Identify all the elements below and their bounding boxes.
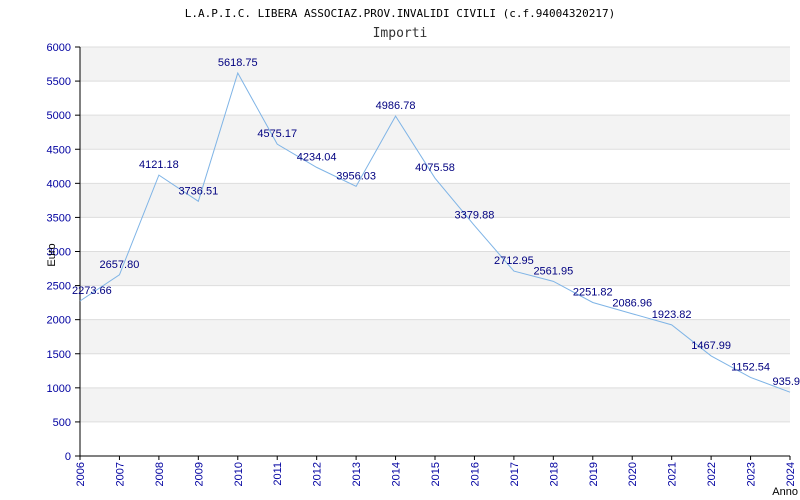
grid-bands	[80, 47, 790, 422]
grid-band	[80, 251, 790, 286]
x-tick-label: 2006	[75, 462, 87, 486]
x-tick-label: 2018	[548, 462, 560, 486]
data-label: 2561.95	[533, 265, 573, 277]
x-tick-label: 2019	[588, 462, 600, 486]
y-tick-label: 1500	[47, 349, 71, 361]
data-label: 2273.66	[72, 285, 112, 297]
x-tick-label: 2011	[272, 462, 284, 486]
data-label: 3956.03	[336, 170, 376, 182]
x-tick-label: 2017	[509, 462, 521, 486]
x-tick-labels: 2006 2007 2008 2009 2010 2011 2012 2013 2014 2015…	[75, 462, 797, 486]
data-label: 2086.96	[612, 298, 652, 310]
data-label: 4121.18	[139, 159, 179, 171]
x-tick-label: 2009	[193, 462, 205, 486]
y-tick-label: 0	[65, 451, 71, 463]
x-tick-label: 2012	[312, 462, 324, 486]
data-label: 3379.88	[455, 210, 495, 222]
data-label: 1923.82	[652, 309, 692, 321]
x-tick-label: 2021	[667, 462, 679, 486]
grid-band	[80, 319, 790, 354]
chart-subtitle: Importi	[373, 26, 428, 41]
chart-title: L.A.P.I.C. LIBERA ASSOCIAZ.PROV.INVALIDI…	[185, 7, 615, 20]
y-tick-label: 4500	[47, 144, 71, 156]
y-tick-label: 5000	[47, 110, 71, 122]
grid-band	[80, 115, 790, 150]
y-tick-label: 2500	[47, 281, 71, 293]
y-tick-label: 5500	[47, 76, 71, 88]
x-tick-label: 2023	[746, 462, 758, 486]
data-label: 1152.54	[731, 361, 770, 373]
x-tick-label: 2024	[785, 462, 797, 486]
data-label: 4234.04	[297, 151, 337, 163]
data-label: 1467.99	[691, 340, 731, 352]
x-tick-label: 2010	[233, 462, 245, 486]
data-label: 2712.95	[494, 255, 534, 267]
x-tick-label: 2014	[391, 462, 403, 486]
data-label: 935.9	[772, 376, 800, 388]
x-tick-label: 2007	[114, 462, 126, 486]
y-tick-label: 1000	[47, 383, 71, 395]
y-tick-label: 3500	[47, 212, 71, 224]
x-tick-label: 2022	[706, 462, 718, 486]
x-tick-label: 2016	[469, 462, 481, 486]
y-tick-label: 4000	[47, 178, 71, 190]
x-tick-label: 2015	[430, 462, 442, 486]
x-tick-label: 2013	[351, 462, 363, 486]
data-label: 4986.78	[376, 100, 416, 112]
y-tick-label: 6000	[47, 42, 71, 54]
line-chart: 0500100015002000250030003500400045005000…	[46, 7, 800, 498]
x-tick-label: 2020	[627, 462, 639, 486]
y-tick-label: 500	[53, 417, 71, 429]
data-label: 2251.82	[573, 287, 613, 299]
y-tick-label: 2000	[47, 315, 71, 327]
data-label: 4575.17	[257, 128, 297, 140]
x-axis-label: Anno	[772, 486, 798, 498]
y-axis-label: Euro	[46, 243, 58, 266]
data-label: 3736.51	[178, 185, 218, 197]
grid-band	[80, 387, 790, 422]
data-label: 2657.80	[100, 259, 140, 271]
data-label: 5618.75	[218, 57, 258, 69]
data-label: 4075.58	[415, 162, 455, 174]
grid-band	[80, 47, 790, 82]
x-tick-label: 2008	[154, 462, 166, 486]
